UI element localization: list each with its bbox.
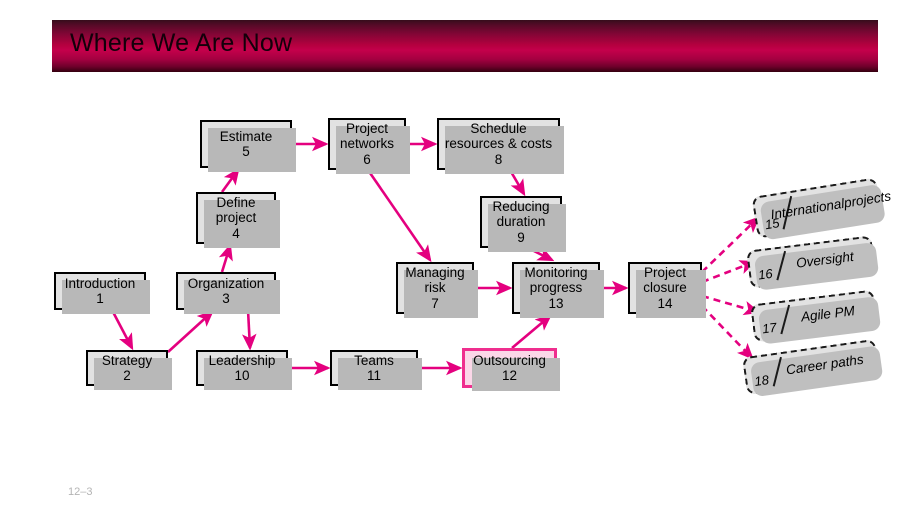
edge-n14-to-t16: [701, 260, 757, 284]
edge-n3-to-n10: [241, 309, 257, 351]
node-number: 8: [494, 151, 503, 167]
node-label: resources & costs: [444, 136, 553, 152]
node-label: Leadership: [208, 352, 276, 368]
node-n14[interactable]: Project closure 14: [628, 262, 706, 318]
node-label: Project: [643, 264, 687, 280]
node-n1[interactable]: Introduction 1: [54, 272, 150, 314]
node-number: 11: [366, 368, 381, 383]
node-n12[interactable]: Outsourcing 12: [462, 348, 560, 391]
node-n3[interactable]: Organization 3: [176, 272, 280, 314]
node-n11[interactable]: Teams 11: [330, 350, 422, 390]
node-label: progress: [529, 280, 583, 296]
edge-n3-to-n4: [218, 243, 233, 273]
tag-number: 17: [761, 319, 778, 337]
node-number: 6: [363, 151, 371, 167]
node-label: Strategy: [101, 352, 153, 368]
edge-n4-to-n5: [220, 167, 240, 193]
node-number: 9: [517, 229, 525, 245]
node-label: Managing: [405, 264, 465, 280]
flowchart-diagram: Estimate 5 Project networks 6 Schedule resourc…: [0, 0, 920, 518]
node-label: Reducing: [492, 198, 550, 214]
node-number: 10: [234, 368, 250, 383]
node-label: Teams: [354, 352, 394, 368]
page-number: 12–3: [68, 486, 93, 498]
edge-n14-to-t17: [701, 294, 761, 316]
node-n6[interactable]: Project networks 6: [328, 118, 410, 174]
node-n4[interactable]: Define project 4: [196, 192, 280, 248]
tag-number: 18: [753, 372, 770, 389]
node-number: 2: [123, 368, 131, 383]
node-label: project: [215, 210, 257, 226]
node-n13[interactable]: Monitoring progress 13: [512, 262, 604, 318]
node-number: 7: [431, 295, 439, 311]
edge-n1-to-n2: [110, 309, 134, 351]
node-label: Schedule: [470, 120, 527, 136]
node-label: Monitoring: [524, 264, 588, 280]
node-number: 5: [242, 144, 250, 159]
node-number: 1: [96, 291, 104, 306]
node-label: Define: [216, 194, 256, 210]
node-label: networks: [339, 136, 395, 152]
node-number: 4: [232, 225, 240, 241]
edge-n6-to-n7: [366, 169, 432, 263]
node-label: Estimate: [219, 128, 273, 144]
node-label: Project: [345, 120, 389, 136]
node-number: 13: [548, 295, 564, 311]
tag-number: 16: [757, 265, 774, 283]
node-n2[interactable]: Strategy 2: [86, 350, 172, 390]
node-n5[interactable]: Estimate 5: [200, 120, 296, 172]
edge-n2-to-n3: [167, 310, 214, 353]
node-n7[interactable]: Managing risk 7: [396, 262, 478, 318]
node-n9[interactable]: Reducing duration 9: [480, 196, 566, 252]
node-number: 3: [222, 291, 230, 306]
node-n8[interactable]: Schedule resources & costs 8: [437, 118, 564, 174]
node-label: risk: [424, 280, 446, 296]
node-label: Organization: [187, 275, 265, 291]
node-n10[interactable]: Leadership 10: [196, 350, 292, 390]
node-number: 14: [657, 295, 673, 311]
edge-n14-to-t18: [701, 305, 754, 360]
slide-canvas: Where We Are Now Estimate 5 Project network…: [0, 0, 920, 518]
node-label: Introduction: [64, 275, 136, 291]
edge-n12-to-n13: [511, 314, 552, 349]
node-label: duration: [496, 214, 546, 230]
node-label: closure: [643, 280, 687, 296]
node-label: Outsourcing: [473, 352, 546, 368]
node-number: 12: [501, 368, 518, 383]
